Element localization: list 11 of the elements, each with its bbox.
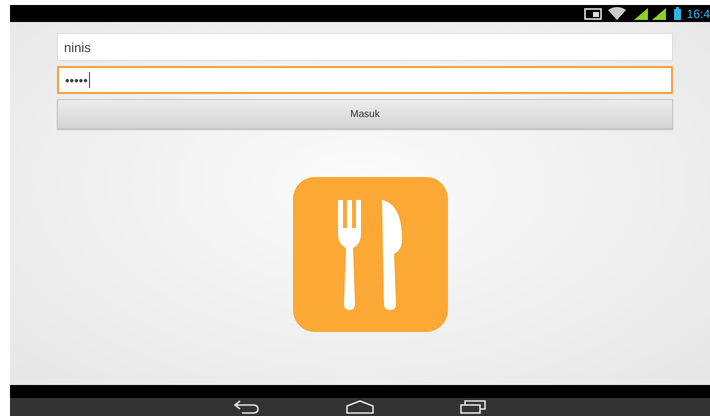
battery-icon [674,7,681,20]
home-icon[interactable] [346,400,374,414]
password-field[interactable]: ••••• [57,66,673,94]
screen-cast-icon [584,8,602,20]
recent-apps-icon[interactable] [460,400,486,414]
status-time: 16:4 [686,6,710,20]
signal-icon [632,7,668,20]
username-field[interactable]: ninis [57,33,673,61]
login-button[interactable]: Masuk [57,99,673,129]
back-icon[interactable] [234,400,260,414]
wifi-icon [608,7,626,20]
